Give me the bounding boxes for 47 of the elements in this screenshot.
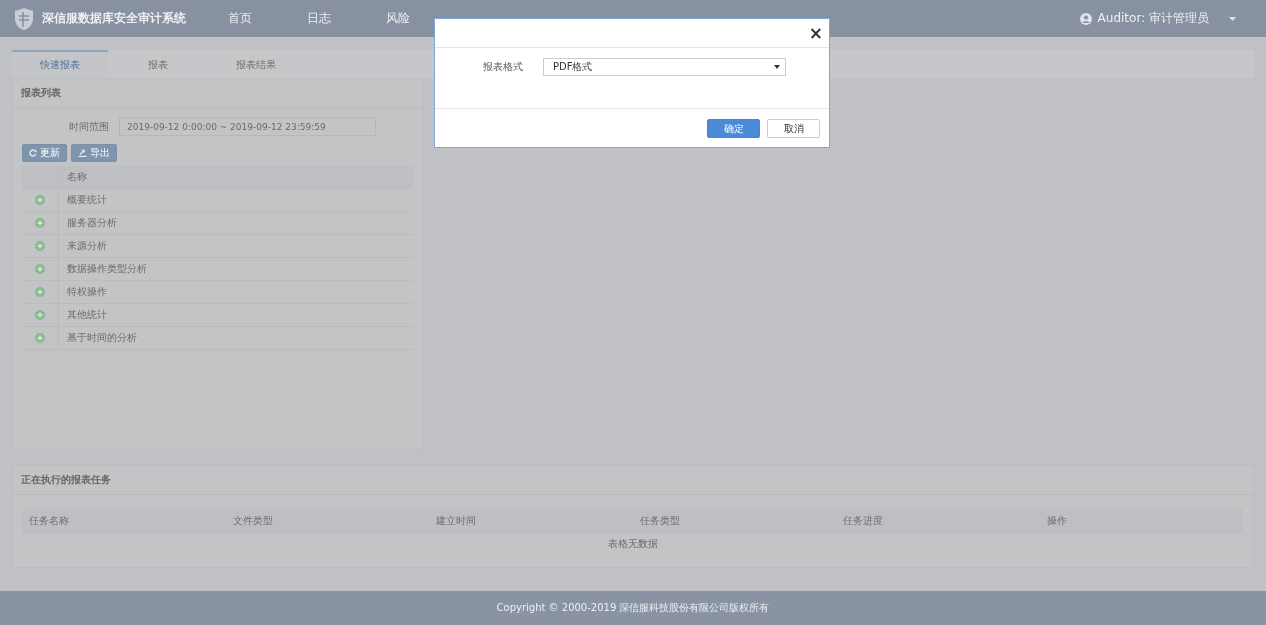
nav-link[interactable]: 风险 bbox=[358, 0, 437, 37]
panel-title: 正在执行的报表任务 bbox=[13, 466, 1253, 495]
nav-link[interactable]: 首页 bbox=[200, 0, 279, 37]
column-header: 名称 bbox=[66, 170, 87, 184]
nav-link[interactable]: 日志 bbox=[279, 0, 358, 37]
user-icon bbox=[1079, 12, 1092, 25]
caret-icon[interactable] bbox=[1229, 16, 1236, 21]
dropdown-icon bbox=[774, 65, 780, 69]
table-cell-text: 概要统计 bbox=[66, 193, 107, 207]
copyright-text: Copyright © 2000-2019 深信服科技股份有限公司版权所有 bbox=[496, 601, 770, 615]
close-button[interactable]: × bbox=[804, 24, 827, 42]
add-icon[interactable] bbox=[35, 195, 45, 205]
table-cell-text: 特权操作 bbox=[66, 285, 107, 299]
empty-message: 表格无数据 bbox=[607, 537, 658, 551]
export-icon bbox=[78, 149, 87, 157]
user-name[interactable]: Auditor: 审计管理员 bbox=[1097, 10, 1209, 27]
tab[interactable]: 报表 bbox=[110, 50, 206, 78]
column-header: 任务类型 bbox=[638, 513, 681, 528]
shield-logo-icon bbox=[14, 6, 34, 31]
add-icon[interactable] bbox=[35, 218, 45, 228]
add-icon[interactable] bbox=[35, 310, 45, 320]
column-header: 操作 bbox=[1045, 513, 1068, 528]
add-icon[interactable] bbox=[35, 333, 45, 343]
field-label: 时间范围 bbox=[69, 119, 109, 134]
export-button[interactable]: 导出 bbox=[71, 144, 117, 162]
table-cell-text: 基于时间的分析 bbox=[66, 331, 137, 345]
table-cell-text: 数据操作类型分析 bbox=[66, 262, 147, 276]
add-icon[interactable] bbox=[35, 264, 45, 274]
table-cell-text: 来源分析 bbox=[66, 239, 107, 253]
column-header: 文件类型 bbox=[231, 513, 274, 528]
tab[interactable]: 报表结果 bbox=[208, 50, 304, 78]
refresh-button[interactable]: 更新 bbox=[22, 144, 67, 162]
refresh-icon bbox=[29, 149, 37, 157]
table-cell-text: 其他统计 bbox=[66, 308, 107, 322]
confirm-button[interactable]: 确定 bbox=[707, 119, 760, 138]
cancel-button[interactable]: 取消 bbox=[767, 119, 820, 138]
format-select[interactable]: PDF格式 bbox=[543, 58, 786, 76]
app-title: 深信服数据库安全审计系统 bbox=[42, 10, 186, 27]
add-icon[interactable] bbox=[35, 287, 45, 297]
field-label: 报表格式 bbox=[482, 60, 523, 74]
column-header: 建立时间 bbox=[435, 513, 477, 528]
column-header: 任务名称 bbox=[28, 513, 70, 528]
panel-title: 报表列表 bbox=[13, 79, 423, 108]
table-cell-text: 服务器分析 bbox=[66, 216, 117, 230]
time-range-field[interactable]: 2019-09-12 0:00:00 ~ 2019-09-12 23:59:59 bbox=[119, 117, 376, 136]
column-header: 任务进度 bbox=[842, 513, 884, 528]
add-icon[interactable] bbox=[35, 241, 45, 251]
